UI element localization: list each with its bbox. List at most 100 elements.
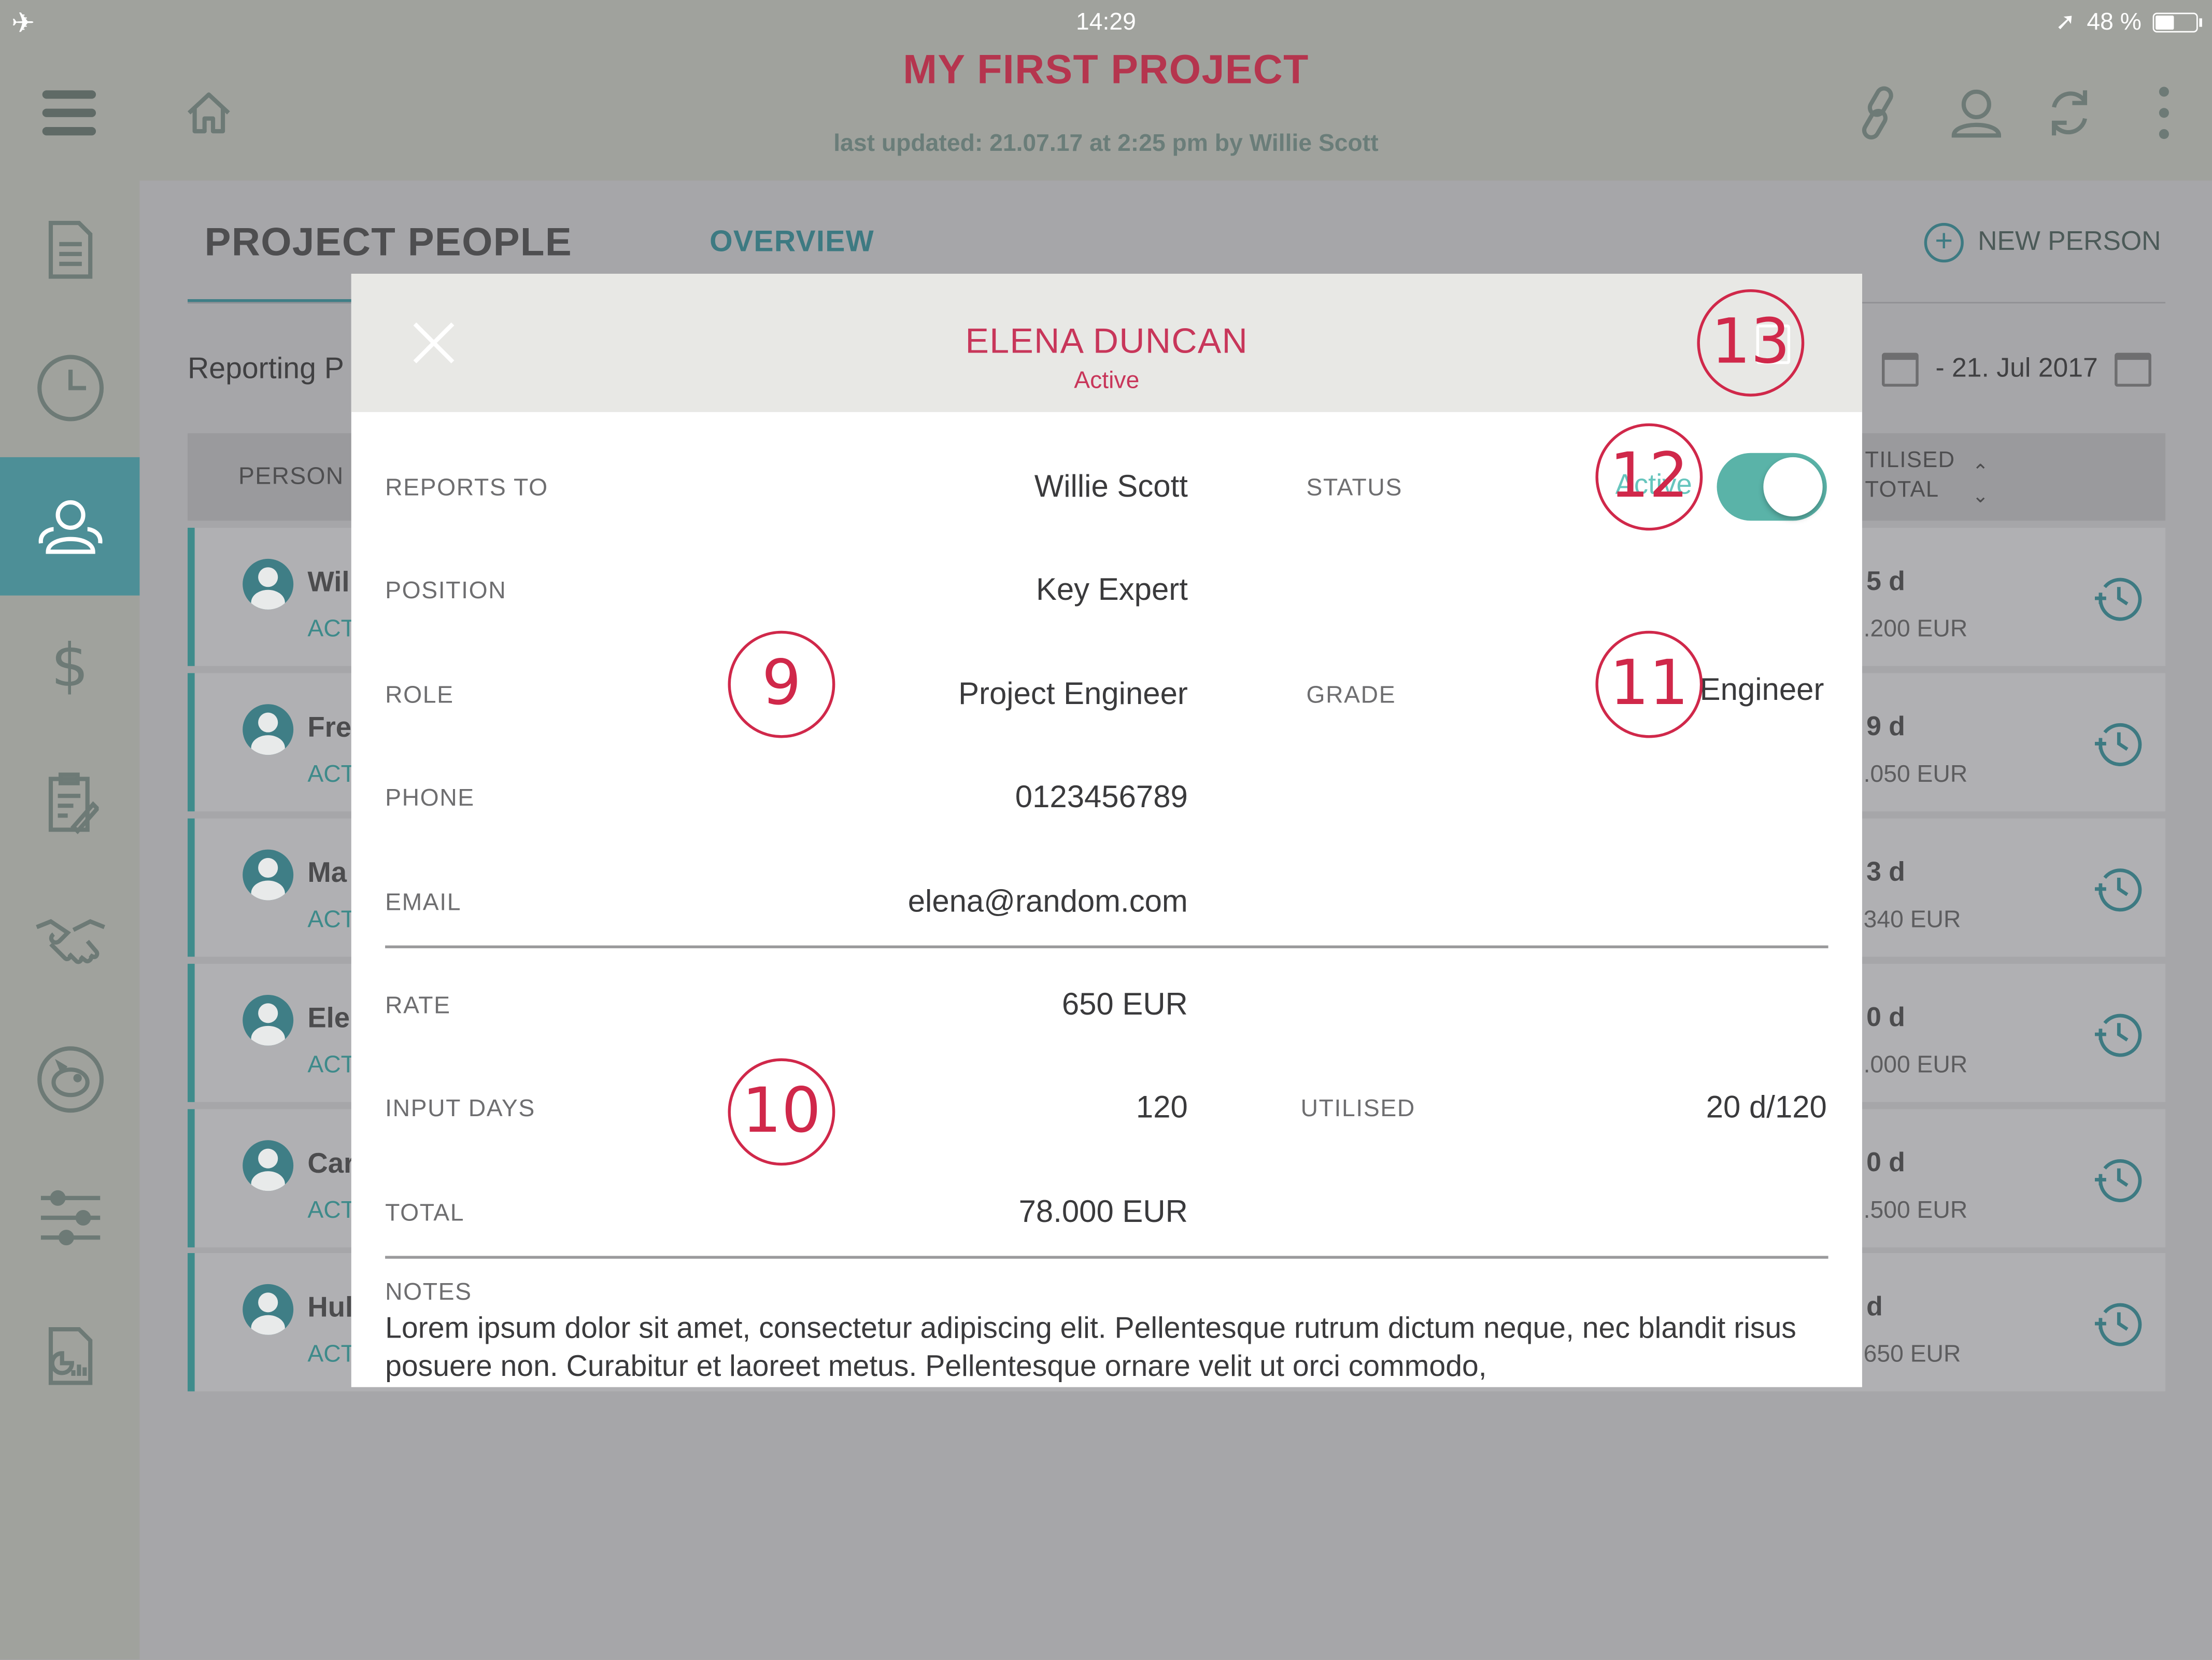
person-state: ACT: [307, 906, 356, 933]
clipboard-edit-icon: [48, 772, 98, 835]
dollar-icon: $: [51, 630, 89, 699]
email-value[interactable]: elena@random.com: [908, 883, 1188, 920]
utilised-total: 340 EUR: [1863, 906, 1961, 933]
utilised-days: 5 d: [1866, 567, 1905, 597]
utilised-total: .200 EUR: [1863, 615, 1968, 642]
sidebar-item-analytics[interactable]: [0, 1287, 139, 1425]
tab-overview[interactable]: OVERVIEW: [710, 226, 874, 260]
column-header-utilised-line1: TILISED: [1865, 448, 1955, 473]
sidebar-item-people[interactable]: [0, 457, 140, 596]
person-state: ACT: [307, 1340, 356, 1368]
status-bar: ✈ 14:29 ➚ 48 %: [0, 0, 2212, 43]
notes-text[interactable]: Lorem ipsum dolor sit amet, consectetur …: [385, 1310, 1838, 1386]
utilised-days: 3 d: [1866, 857, 1905, 888]
input-days-value[interactable]: 120: [1136, 1089, 1188, 1126]
person-name: Wil: [307, 567, 350, 599]
callout-marker: 10: [728, 1058, 835, 1166]
column-header-utilised[interactable]: TILISED TOTAL: [1865, 446, 1955, 505]
grade-label: GRADE: [1306, 681, 1396, 709]
add-time-icon[interactable]: [2093, 1298, 2144, 1349]
sidebar-item-documents[interactable]: [0, 180, 139, 319]
add-time-icon[interactable]: [2093, 1155, 2144, 1205]
document-icon: [48, 220, 92, 279]
app-screen: ✈ 14:29 ➚ 48 % MY FIRST PROJECT last upd…: [0, 0, 2212, 1659]
avatar: [243, 1284, 294, 1335]
role-value[interactable]: Project Engineer: [958, 676, 1188, 713]
date-range-end[interactable]: - 21. Jul 2017: [1882, 353, 2152, 387]
link-icon[interactable]: [1854, 85, 1905, 141]
clock-icon: [36, 355, 103, 421]
utilised-days: 0 d: [1866, 1148, 1905, 1178]
column-header-person[interactable]: PERSON: [238, 463, 344, 491]
person-name: Ma: [307, 857, 347, 889]
person-name: Car: [307, 1148, 355, 1180]
sidebar-item-reports[interactable]: [0, 734, 139, 872]
section-divider: [385, 1256, 1828, 1259]
sync-icon[interactable]: [2043, 85, 2096, 141]
new-person-label: NEW PERSON: [1978, 227, 2161, 257]
total-label: TOTAL: [385, 1199, 465, 1227]
person-name: Ele: [307, 1003, 350, 1035]
person-name: Fre: [307, 712, 352, 744]
rate-label: RATE: [385, 992, 451, 1019]
avatar: [243, 994, 294, 1046]
email-label: EMAIL: [385, 889, 462, 916]
person-state: ACT: [307, 615, 356, 642]
position-value[interactable]: Key Expert: [1036, 571, 1188, 608]
callout-marker: 12: [1595, 423, 1703, 531]
add-time-icon[interactable]: [2093, 718, 2144, 769]
person-state: ACT: [307, 761, 356, 787]
avatar: [243, 1140, 294, 1191]
sidebar-item-partners[interactable]: [0, 872, 139, 1010]
grade-value[interactable]: Engineer: [1700, 672, 1824, 709]
date-to-label: - 21. Jul 2017: [1935, 354, 2098, 384]
add-time-icon[interactable]: [2093, 864, 2144, 915]
status-toggle[interactable]: [1717, 453, 1827, 521]
battery-percent: 48 %: [2087, 8, 2142, 36]
handshake-icon: [35, 919, 105, 964]
sidebar-item-finance[interactable]: $: [0, 596, 139, 734]
plus-icon: +: [1924, 223, 1964, 263]
section-divider: [385, 945, 1828, 949]
calendar-icon[interactable]: [1882, 353, 1919, 387]
callout-marker: 13: [1697, 289, 1805, 397]
piggy-bank-icon: [36, 1046, 103, 1113]
person-status-subtitle: Active: [1074, 367, 1140, 394]
utilised-days: 9 d: [1866, 712, 1905, 742]
more-icon[interactable]: [2150, 85, 2178, 141]
sort-icon[interactable]: ⌃ ⌄: [1972, 460, 1989, 508]
sidebar: $: [0, 180, 140, 1659]
person-state: ACT: [307, 1197, 356, 1223]
role-label: ROLE: [385, 681, 454, 709]
callout-marker: 11: [1595, 630, 1703, 738]
avatar: [243, 558, 294, 610]
phone-value[interactable]: 0123456789: [1015, 779, 1188, 815]
input-days-label: INPUT DAYS: [385, 1095, 535, 1122]
avatar: [243, 849, 294, 901]
add-time-icon[interactable]: [2093, 1009, 2144, 1060]
utilised-total: .500 EUR: [1863, 1197, 1968, 1223]
reports-to-label: REPORTS TO: [385, 474, 548, 501]
person-name: Hul: [307, 1292, 353, 1324]
position-label: POSITION: [385, 577, 507, 604]
utilised-total: .000 EUR: [1863, 1051, 1968, 1078]
utilised-days: d: [1866, 1292, 1883, 1323]
people-icon[interactable]: [1947, 85, 2006, 141]
utilised-label: UTILISED: [1300, 1095, 1415, 1122]
column-header-utilised-line2: TOTAL: [1865, 478, 1939, 502]
utilised-total: 650 EUR: [1863, 1340, 1961, 1368]
people-icon: [38, 500, 102, 554]
person-state: ACT: [307, 1051, 356, 1078]
new-person-button[interactable]: + NEW PERSON: [1924, 223, 2161, 263]
utilised-value: 20 d/120: [1706, 1089, 1827, 1125]
calendar-icon[interactable]: [2115, 353, 2152, 387]
reports-to-value[interactable]: Willie Scott: [1034, 469, 1188, 505]
add-time-icon[interactable]: [2093, 573, 2144, 624]
status-right: ➚ 48 %: [2055, 8, 2202, 36]
rate-value[interactable]: 650 EUR: [1062, 987, 1188, 1023]
sidebar-item-settings[interactable]: [0, 1149, 139, 1287]
sidebar-item-budget[interactable]: [0, 1010, 139, 1149]
tab-project-people[interactable]: PROJECT PEOPLE: [205, 220, 572, 265]
sidebar-item-time[interactable]: [0, 319, 139, 457]
status-label: STATUS: [1306, 474, 1402, 501]
